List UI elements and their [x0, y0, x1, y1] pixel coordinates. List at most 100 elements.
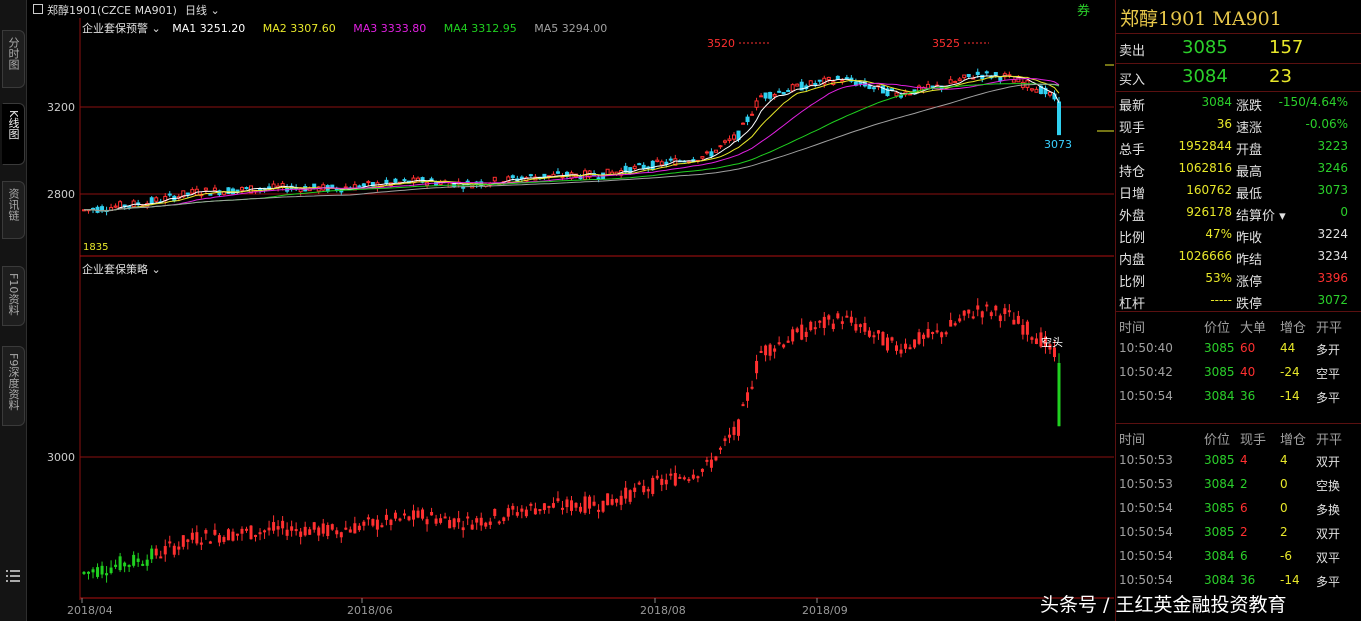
candle-body — [948, 79, 953, 84]
column-header: 大单 — [1240, 321, 1267, 336]
main-indicator-name[interactable]: 企业套保预警 — [82, 22, 148, 35]
candle-body — [528, 174, 533, 177]
stat-value: 3396 — [1317, 271, 1348, 285]
strategy-bar — [669, 473, 673, 476]
strategy-bar — [597, 509, 601, 512]
strategy-bar — [1034, 338, 1038, 345]
strategy-bar — [791, 329, 795, 342]
stat-label[interactable]: 结算价 ▾ — [1236, 205, 1286, 224]
candle-body — [235, 189, 240, 192]
candle-body — [894, 92, 899, 97]
strategy-bar — [290, 526, 294, 531]
strategy-bar — [831, 323, 835, 330]
strategy-bar — [547, 505, 551, 508]
table-row[interactable]: 10:50:54 3085 2 2 双开 — [1116, 522, 1361, 543]
stat-value: 3223 — [1317, 139, 1348, 153]
menu-icon[interactable] — [6, 570, 20, 582]
strategy-bar — [249, 525, 253, 540]
table-cell: 3085 — [1204, 453, 1235, 467]
strategy-bar — [818, 320, 822, 323]
table-row[interactable]: 10:50:53 3085 4 4 双开 — [1116, 450, 1361, 471]
period-selector[interactable]: 日线 ⌄ — [185, 2, 220, 18]
strategy-bar — [353, 523, 357, 534]
strategy-bar — [393, 512, 397, 519]
strategy-bar — [263, 530, 267, 533]
strategy-bar — [913, 339, 917, 348]
strategy-bar — [768, 344, 772, 356]
strategy-bar — [470, 524, 474, 530]
candle-body — [366, 181, 371, 184]
strategy-bar — [809, 321, 813, 331]
tab-news[interactable]: 资讯链 — [2, 181, 25, 239]
strategy-bar — [235, 533, 239, 536]
stat-value: -0.06% — [1305, 117, 1348, 131]
table-row[interactable]: 10:50:54 3084 6 -6 双平 — [1116, 546, 1361, 567]
strategy-bar — [750, 386, 754, 389]
table-cell: 双开 — [1316, 455, 1341, 469]
strategy-bar — [962, 310, 966, 316]
strategy-bar — [493, 508, 497, 516]
strategy-bar — [565, 499, 569, 508]
strategy-bar — [511, 505, 515, 510]
strategy-bar — [822, 316, 826, 328]
strategy-bar — [637, 482, 641, 485]
strategy-bar — [425, 519, 429, 525]
tab-intraday[interactable]: 分时图 — [2, 30, 25, 88]
strategy-bar — [204, 530, 208, 534]
candle-body — [668, 158, 673, 161]
strategy-bar — [1021, 324, 1025, 335]
candle-body — [998, 77, 1003, 81]
lower-indicator-legend[interactable]: 企业套保策略 ⌄ — [82, 261, 161, 277]
top-right-link[interactable]: 券 — [1077, 0, 1090, 19]
candle-body — [393, 178, 398, 183]
stat-label: 昨收 — [1236, 231, 1263, 246]
symbol-header: 郑醇1901(CZCE MA901) — [47, 4, 177, 17]
strategy-bar — [312, 522, 316, 530]
tab-f9[interactable]: F9深度资料 — [2, 346, 25, 426]
stat-row: 持仓 1062816 最高 3246 — [1116, 158, 1361, 180]
tab-kline[interactable]: K线图 — [2, 103, 25, 165]
x-axis-label: 2018/06 — [347, 604, 393, 617]
ma2-value: MA2 3307.60 — [262, 22, 336, 35]
candle-body — [700, 156, 705, 159]
strategy-bar — [931, 332, 935, 335]
table-cell: 10:50:53 — [1119, 453, 1173, 467]
square-icon — [33, 4, 43, 14]
strategy-bar — [687, 479, 691, 482]
strategy-bar — [642, 485, 646, 493]
candle-body — [1034, 88, 1039, 93]
strategy-bar — [231, 531, 235, 541]
table-row[interactable]: 10:50:54 3085 6 0 多换 — [1116, 498, 1361, 519]
strategy-bar — [709, 459, 713, 468]
table-cell: 10:50:54 — [1119, 549, 1173, 563]
strategy-bar — [159, 556, 163, 559]
strategy-bar — [412, 510, 416, 520]
strategy-bar — [885, 337, 889, 351]
table-row[interactable]: 10:50:53 3084 2 0 空换 — [1116, 474, 1361, 495]
strategy-bar — [849, 316, 853, 323]
strategy-bar — [109, 567, 113, 574]
table-cell: 双平 — [1316, 551, 1341, 565]
candle-body — [750, 113, 755, 116]
stat-label: 涨跌 — [1236, 99, 1263, 114]
candle-body — [244, 187, 249, 190]
table-row[interactable]: 10:50:54 3084 36 -14 多平 — [1116, 570, 1361, 591]
kline-chart[interactable]: 3200 2800 3000 2018/04 2018/06 2018/08 2018/09… — [27, 18, 1115, 621]
tab-f10[interactable]: F10资料 — [2, 266, 25, 326]
candle-body — [1047, 91, 1052, 96]
strategy-bar — [154, 548, 158, 556]
table-row[interactable]: 10:50:40 3085 60 44 多开 — [1116, 338, 1361, 359]
table-header: 时间 价位 现手 增仓 开平 — [1116, 426, 1361, 448]
strategy-bar — [773, 348, 777, 352]
strategy-bar — [985, 304, 989, 307]
strategy-bar — [1030, 337, 1034, 340]
strategy-bar — [150, 548, 154, 560]
candle-body — [596, 177, 601, 180]
table-cell: -14 — [1280, 389, 1300, 403]
table-row[interactable]: 10:50:42 3085 40 -24 空平 — [1116, 362, 1361, 383]
strategy-bar — [371, 519, 375, 526]
table-row[interactable]: 10:50:54 3084 36 -14 多平 — [1116, 386, 1361, 407]
quote-panel: 郑醇1901 MA901 卖出 3085 157 买入 3084 23 最新 30… — [1115, 0, 1361, 621]
strategy-bar — [1003, 308, 1007, 315]
table-cell: 10:50:40 — [1119, 341, 1173, 355]
